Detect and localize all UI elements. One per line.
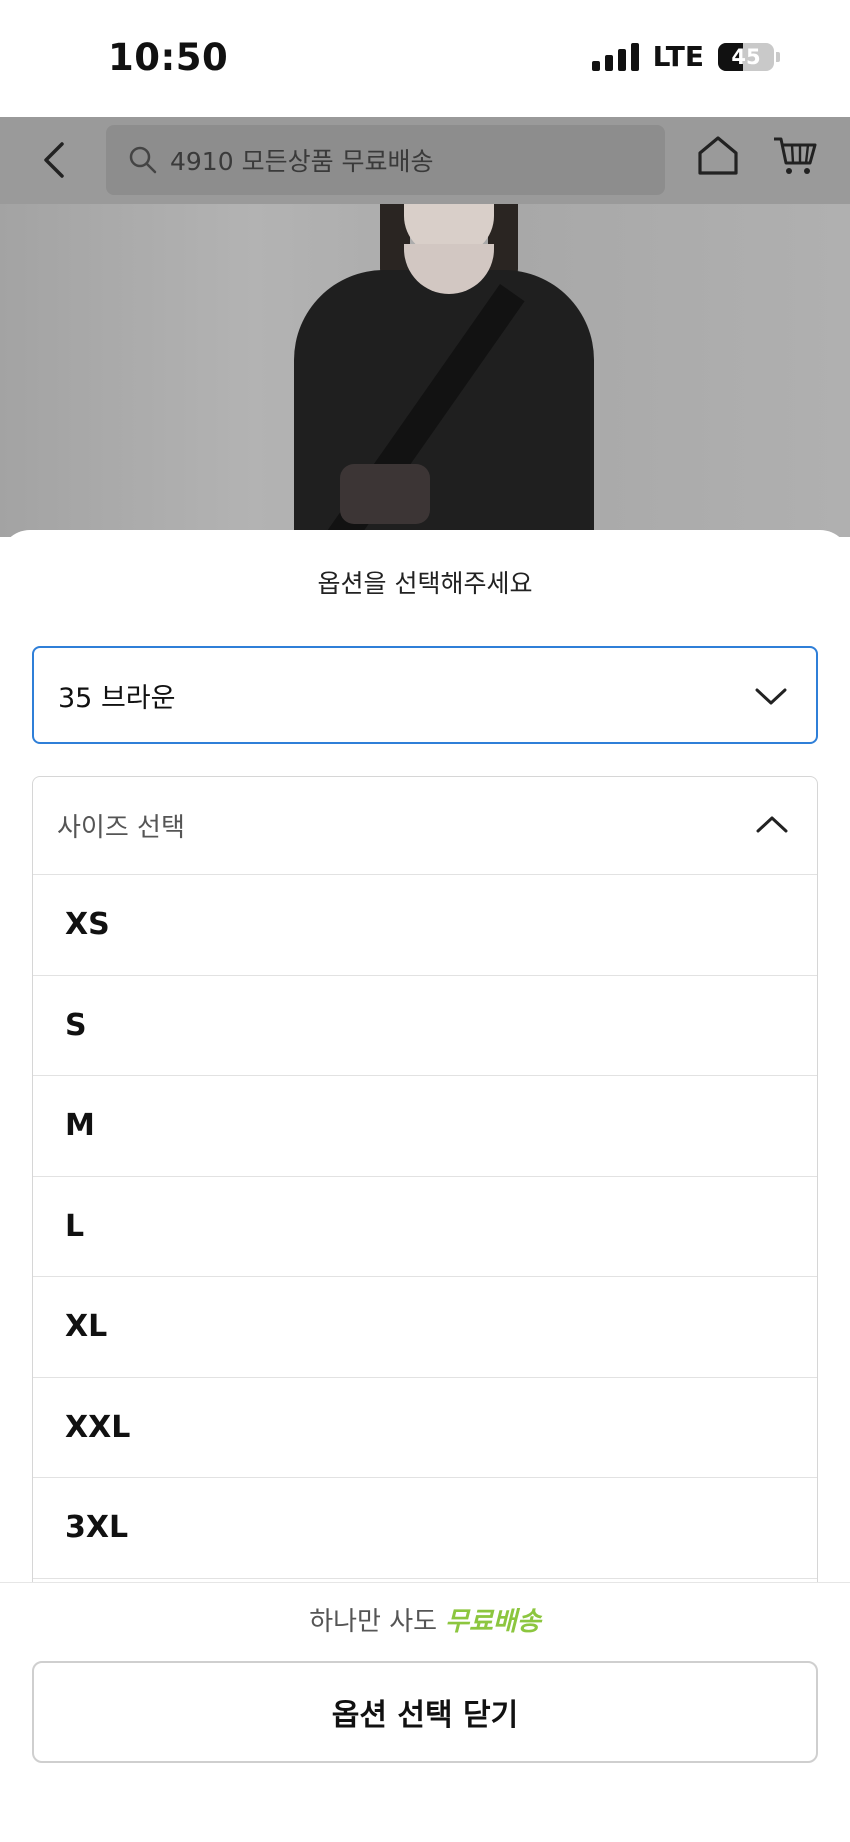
product-photo: [0, 204, 850, 537]
color-option-value: 35 브라운: [58, 682, 176, 714]
back-arrow-icon: [44, 142, 64, 178]
close-options-button[interactable]: 옵션 선택 닫기: [32, 1661, 818, 1763]
status-bar: 10:50 LTE 45: [0, 0, 850, 117]
size-option-select[interactable]: 사이즈 선택: [33, 777, 817, 875]
status-indicators: LTE 45: [591, 40, 780, 73]
home-icon: [698, 136, 738, 175]
chevron-up-icon: [756, 816, 788, 833]
network-label: LTE: [652, 40, 704, 73]
free-shipping-promo: 하나만 사도 무료배송: [0, 1601, 850, 1638]
color-option-select[interactable]: 35 브라운: [32, 646, 818, 744]
size-option-l[interactable]: L: [33, 1177, 817, 1277]
sheet-title: 옵션을 선택해주세요: [317, 569, 533, 598]
size-option-s[interactable]: S: [33, 976, 817, 1076]
promo-text: 하나만 사도: [309, 1607, 438, 1637]
size-option-xxl[interactable]: XXL: [33, 1378, 817, 1478]
battery-level: 45: [731, 44, 761, 69]
signal-icon: [591, 42, 639, 71]
promo-emphasis: 무료배송: [445, 1607, 541, 1637]
home-button[interactable]: [696, 133, 746, 183]
top-header: 4910 모든상품 무료배송: [0, 117, 850, 204]
battery-icon: 45: [718, 42, 774, 71]
chevron-down-icon: [755, 688, 787, 705]
back-button[interactable]: [30, 135, 80, 185]
search-text: 4910 모든상품 무료배송: [170, 147, 434, 176]
size-option-label: 사이즈 선택: [57, 813, 185, 843]
status-time: 10:50: [108, 36, 229, 79]
size-option-m[interactable]: M: [33, 1076, 817, 1177]
sheet-footer: 하나만 사도 무료배송 옵션 선택 닫기: [0, 1582, 850, 1842]
battery-tip: [776, 51, 780, 62]
cart-icon: [774, 137, 817, 174]
size-option-xl[interactable]: XL: [33, 1277, 817, 1378]
search-input[interactable]: 4910 모든상품 무료배송: [106, 125, 665, 195]
search-icon: [129, 146, 157, 174]
cart-button[interactable]: [772, 133, 822, 183]
size-option-3xl[interactable]: 3XL: [33, 1478, 817, 1579]
size-option-xs[interactable]: XS: [33, 875, 817, 976]
